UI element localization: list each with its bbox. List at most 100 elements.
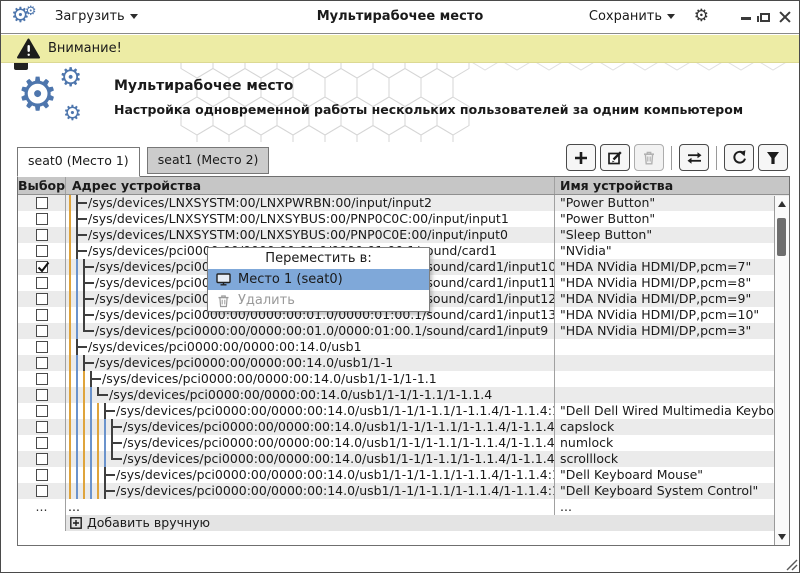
row-checkbox[interactable] (35, 197, 48, 209)
row-select-cell[interactable] (18, 211, 66, 227)
row-select-cell[interactable] (18, 387, 66, 403)
plus-box-icon (70, 517, 82, 529)
tree-guide-line (103, 435, 110, 451)
add-manual-row[interactable]: Добавить вручную (18, 515, 789, 531)
device-name-cell: "HDA NVidia HDMI/DP,pcm=3" (560, 323, 752, 338)
row-checkbox[interactable] (35, 357, 48, 369)
table-row[interactable]: /sys/devices/pci0000:00/0000:00:14.0/usb… (18, 467, 789, 483)
row-select-cell[interactable] (18, 403, 66, 419)
tree-guide-line (68, 243, 75, 259)
row-checkbox[interactable] (35, 341, 48, 353)
arrow-up-icon (778, 201, 786, 207)
table-row[interactable]: /sys/devices/pci0000:00/0000:00:14.0/usb… (18, 419, 789, 435)
row-checkbox[interactable] (35, 373, 48, 385)
row-checkbox[interactable] (35, 405, 48, 417)
row-select-cell[interactable]: ... (18, 499, 66, 515)
add-device-button[interactable] (566, 144, 596, 171)
row-select-cell[interactable] (18, 259, 66, 275)
minimize-icon[interactable] (741, 16, 751, 20)
undo-button[interactable] (724, 144, 754, 171)
save-button[interactable]: Сохранить (583, 1, 681, 33)
close-icon[interactable] (779, 11, 791, 23)
table-row[interactable]: /sys/devices/pci0000:00/0000:00:14.0/usb… (18, 371, 789, 387)
row-checkbox[interactable] (35, 421, 48, 433)
row-checkbox[interactable] (35, 229, 48, 241)
vertical-scrollbar[interactable] (774, 196, 789, 545)
tree-guide-line (75, 467, 82, 483)
menu-item-move-to-seat0[interactable]: Место 1 (seat0) (208, 269, 429, 290)
tree-guide-line (75, 323, 82, 339)
row-checkbox[interactable] (35, 389, 48, 401)
resize-grip[interactable] (784, 557, 798, 571)
device-name-cell (555, 387, 789, 403)
row-checkbox[interactable] (35, 309, 48, 321)
row-checkbox[interactable] (35, 293, 48, 305)
row-checkbox[interactable] (35, 325, 48, 337)
row-checkbox[interactable] (35, 485, 48, 497)
device-name-cell: "HDA NVidia HDMI/DP,pcm=9" (560, 291, 752, 306)
row-select-cell[interactable] (18, 291, 66, 307)
table-row[interactable]: /sys/devices/LNXSYSTM:00/LNXSYBUS:00/PNP… (18, 227, 789, 243)
menu-item-delete[interactable]: Удалить (208, 290, 429, 311)
row-select-cell[interactable] (18, 243, 66, 259)
filter-button[interactable] (758, 144, 788, 171)
row-select-cell[interactable] (18, 467, 66, 483)
table-row[interactable]: /sys/devices/pci0000:00/0000:00:14.0/usb… (18, 451, 789, 467)
row-checkbox[interactable] (35, 213, 48, 225)
delete-device-button[interactable] (634, 144, 664, 171)
row-select-cell[interactable] (18, 483, 66, 499)
table-row[interactable]: /sys/devices/pci0000:00/0000:00:14.0/usb… (18, 483, 789, 499)
row-select-cell[interactable] (18, 307, 66, 323)
row-select-cell[interactable] (18, 355, 66, 371)
device-name-cell: "NVidia" (560, 243, 612, 258)
row-select-cell[interactable] (18, 419, 66, 435)
table-row[interactable]: /sys/devices/pci0000:00/0000:00:14.0/usb… (18, 435, 789, 451)
table-row[interactable]: /sys/devices/pci0000:00/0000:00:14.0/usb… (18, 339, 789, 355)
table-row[interactable]: /sys/devices/LNXSYSTM:00/LNXPWRBN:00/inp… (18, 195, 789, 211)
row-checkbox[interactable] (35, 261, 49, 273)
settings-gear-icon[interactable]: ⚙ (690, 1, 713, 33)
tree-guide-line (75, 403, 82, 419)
swap-seat-button[interactable] (679, 144, 709, 171)
table-row[interactable]: /sys/devices/pci0000:00/0000:00:14.0/usb… (18, 387, 789, 403)
device-address-text: ... (68, 499, 80, 514)
row-select-cell[interactable] (18, 435, 66, 451)
row-checkbox[interactable] (35, 453, 48, 465)
edit-device-button[interactable] (600, 144, 630, 171)
row-checkbox[interactable] (35, 277, 48, 289)
tab-seat0[interactable]: seat0 (Место 1) (17, 147, 140, 177)
row-select-cell[interactable] (18, 227, 66, 243)
tab-seat1[interactable]: seat1 (Место 2) (146, 147, 270, 174)
scroll-up-button[interactable] (775, 197, 789, 211)
tree-guide-line (68, 435, 75, 451)
tree-guide-line (68, 387, 75, 403)
table-row[interactable]: /sys/devices/pci0000:00/0000:00:01.0/000… (18, 323, 789, 339)
maximize-icon[interactable] (757, 12, 770, 22)
row-select-cell[interactable] (18, 275, 66, 291)
tree-branch-icon (82, 275, 95, 291)
table-row[interactable]: /sys/devices/LNXSYSTM:00/LNXSYBUS:00/PNP… (18, 211, 789, 227)
tree-guide-line (96, 419, 103, 435)
tree-guide-line (89, 483, 96, 499)
tree-branch-icon (82, 355, 95, 371)
table-row[interactable]: /sys/devices/pci0000:00/0000:00:14.0/usb… (18, 403, 789, 419)
tree-guide-line (96, 435, 103, 451)
row-select-cell[interactable] (18, 339, 66, 355)
row-checkbox[interactable] (35, 437, 48, 449)
scroll-down-button[interactable] (775, 530, 789, 544)
scrollbar-thumb[interactable] (777, 218, 786, 256)
row-checkbox[interactable] (35, 245, 48, 257)
row-checkbox[interactable] (35, 469, 48, 481)
device-address-cell: /sys/devices/LNXSYSTM:00/LNXPWRBN:00/inp… (66, 195, 555, 211)
table-row[interactable]: /sys/devices/pci0000:00/0000:00:14.0/usb… (18, 355, 789, 371)
tree-branch-icon (75, 195, 88, 211)
row-select-cell[interactable] (18, 195, 66, 211)
row-select-cell[interactable] (18, 323, 66, 339)
app-logo-gears-icon: ⚙⚙ (11, 3, 37, 27)
row-select-cell[interactable] (18, 451, 66, 467)
row-select-cell[interactable] (18, 371, 66, 387)
load-button[interactable]: Загрузить (49, 1, 144, 33)
title-bar: ⚙⚙ Загрузить Мультирабочее место Сохрани… (1, 1, 799, 34)
tree-guide-line (68, 355, 75, 371)
table-row[interactable]: ......... (18, 499, 789, 515)
